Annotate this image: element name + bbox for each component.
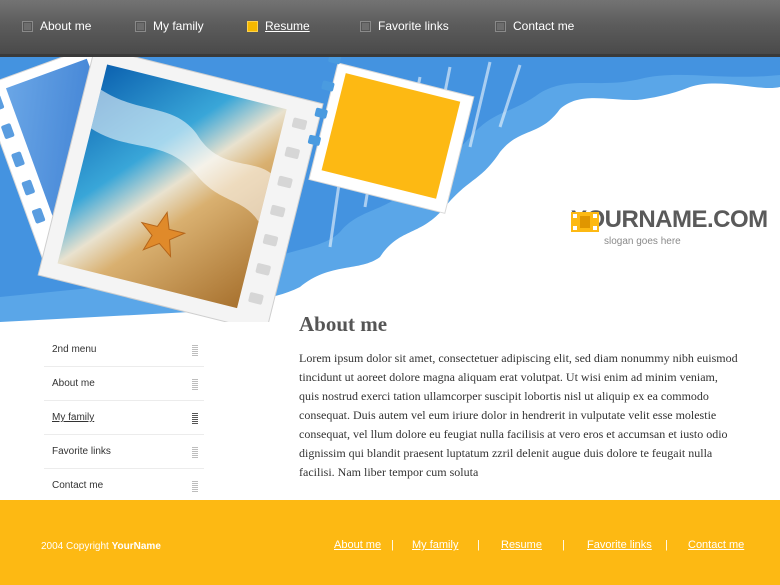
side-item-contact-me[interactable]: Contact me bbox=[44, 469, 204, 503]
copyright-prefix: 2004 Copyright bbox=[41, 541, 109, 552]
menu-square-icon bbox=[360, 20, 371, 32]
copyright: 2004 Copyright YourName bbox=[41, 541, 161, 552]
side-item-my-family[interactable]: My family bbox=[44, 401, 204, 435]
logo-slogan: slogan goes here bbox=[604, 236, 681, 247]
page-title: About me bbox=[299, 312, 388, 336]
footer-separator: | bbox=[562, 539, 565, 551]
side-item-label: My family bbox=[52, 412, 95, 423]
topnav-item-favorite-links[interactable]: Favorite links bbox=[360, 19, 449, 33]
side-item-label: About me bbox=[52, 378, 95, 389]
side-item-favorite-links[interactable]: Favorite links bbox=[44, 435, 204, 469]
grip-icon bbox=[192, 481, 198, 492]
footer-separator: | bbox=[665, 539, 668, 551]
side-item-label: Favorite links bbox=[52, 446, 111, 457]
footer-link-about-me[interactable]: About me bbox=[334, 539, 381, 551]
side-menu: 2nd menu About me My family Favorite lin… bbox=[44, 333, 204, 503]
footer-link-favorite-links[interactable]: Favorite links bbox=[587, 539, 652, 551]
topnav-item-label: Contact me bbox=[513, 19, 575, 33]
menu-square-icon bbox=[22, 20, 33, 32]
grip-icon bbox=[192, 345, 198, 356]
topnav-item-about-me[interactable]: About me bbox=[22, 19, 91, 33]
grip-icon bbox=[192, 379, 198, 390]
footer-link-contact-me[interactable]: Contact me bbox=[688, 539, 744, 551]
top-navigation: About me My family Resume Favorite links… bbox=[0, 0, 780, 57]
film-logo-icon bbox=[571, 212, 599, 232]
topnav-item-label: Resume bbox=[265, 19, 310, 33]
copyright-name: YourName bbox=[111, 541, 161, 552]
footer-link-my-family[interactable]: My family bbox=[412, 539, 458, 551]
menu-square-icon bbox=[135, 20, 146, 32]
header-banner: YOURNAME.COM slogan goes here bbox=[0, 57, 780, 322]
site-logo[interactable]: YOURNAME.COM slogan goes here bbox=[571, 206, 768, 247]
topnav-item-resume[interactable]: Resume bbox=[247, 19, 310, 33]
footer-separator: | bbox=[391, 539, 394, 551]
grip-icon bbox=[192, 413, 198, 424]
footer-separator: | bbox=[477, 539, 480, 551]
menu-square-icon bbox=[495, 20, 506, 32]
grip-icon bbox=[192, 447, 198, 458]
side-item-label: 2nd menu bbox=[52, 344, 97, 355]
content-paragraph: Lorem ipsum dolor sit amet, consectetuer… bbox=[299, 351, 738, 479]
logo-name: YOURNAME.COM bbox=[571, 206, 768, 233]
footer-link-resume[interactable]: Resume bbox=[501, 539, 542, 551]
topnav-item-my-family[interactable]: My family bbox=[135, 19, 204, 33]
topnav-item-label: About me bbox=[40, 19, 92, 33]
side-item-about-me[interactable]: About me bbox=[44, 367, 204, 401]
header-artwork bbox=[0, 57, 780, 322]
menu-square-icon bbox=[247, 20, 258, 32]
topnav-item-label: Favorite links bbox=[378, 19, 449, 33]
footer: 2004 Copyright YourName About me | My fa… bbox=[0, 500, 780, 585]
side-item-label: Contact me bbox=[52, 480, 104, 491]
side-item-2nd-menu[interactable]: 2nd menu bbox=[44, 333, 204, 367]
topnav-item-contact-me[interactable]: Contact me bbox=[495, 19, 574, 33]
topnav-item-label: My family bbox=[153, 19, 204, 33]
